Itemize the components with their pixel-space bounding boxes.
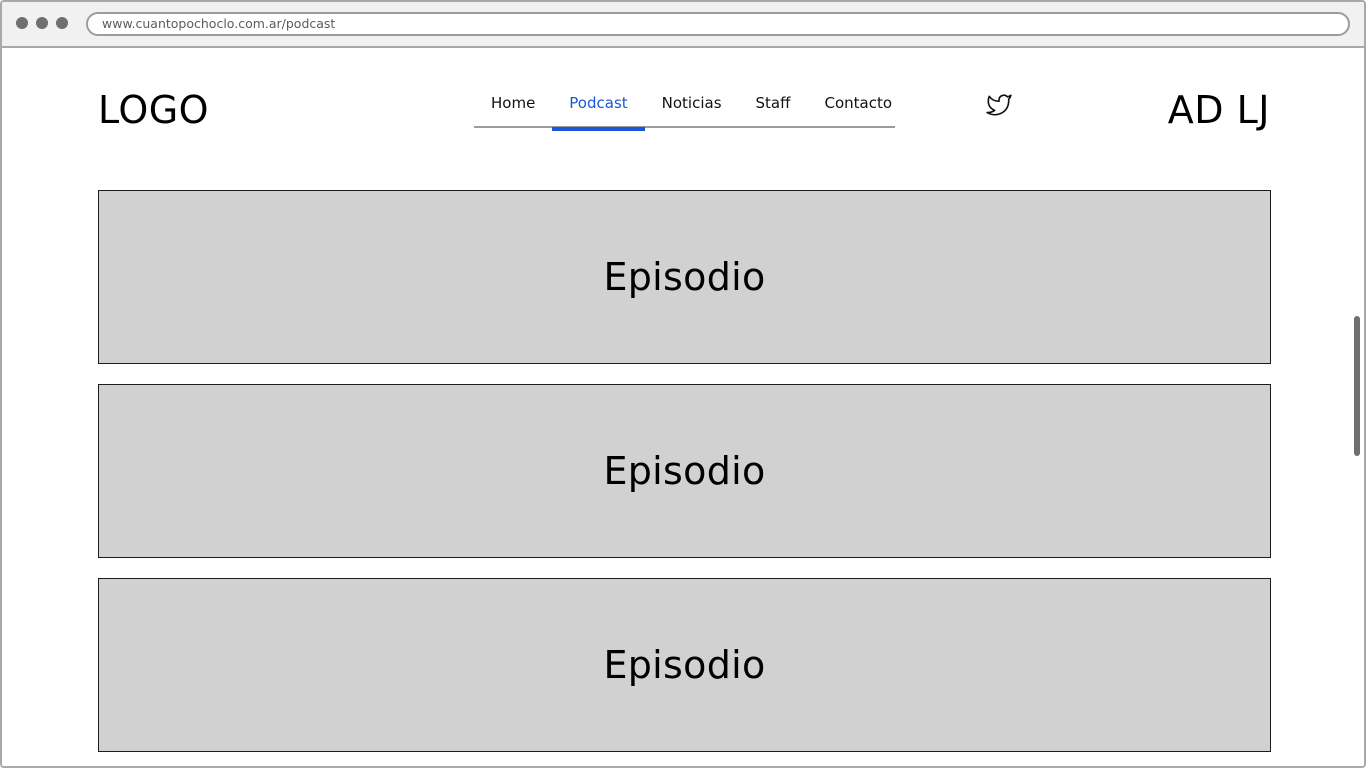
nav-item-label: Podcast: [569, 94, 628, 112]
nav-item-label: Home: [491, 94, 536, 112]
scrollbar[interactable]: [1352, 50, 1362, 766]
address-bar[interactable]: www.cuantopochoclo.com.ar/podcast: [86, 12, 1350, 36]
episode-title: Episodio: [603, 449, 766, 493]
nav-item-podcast[interactable]: Podcast: [552, 84, 646, 131]
nav-item-noticias[interactable]: Noticias: [645, 84, 739, 128]
nav-item-home[interactable]: Home: [474, 84, 552, 128]
window-maximize-dot[interactable]: [56, 17, 68, 29]
nav-item-contacto[interactable]: Contacto: [807, 84, 909, 128]
nav-item-label: Noticias: [661, 94, 722, 112]
episode-card[interactable]: Episodio: [98, 190, 1271, 364]
episode-list: Episodio Episodio Episodio: [98, 190, 1271, 766]
scrollbar-thumb[interactable]: [1354, 316, 1360, 456]
episode-card[interactable]: Episodio: [98, 384, 1271, 558]
nav-item-label: Contacto: [824, 94, 893, 112]
episode-card[interactable]: Episodio: [98, 578, 1271, 752]
window-close-dot[interactable]: [16, 17, 28, 29]
browser-toolbar: www.cuantopochoclo.com.ar/podcast: [2, 2, 1364, 48]
episode-title: Episodio: [603, 643, 766, 687]
twitter-icon[interactable]: [985, 92, 1013, 118]
main-nav: Home Podcast Noticias Staff Contacto: [474, 84, 895, 131]
nav-item-label: Staff: [755, 94, 791, 112]
browser-window: www.cuantopochoclo.com.ar/podcast LOGO H…: [0, 0, 1366, 768]
episode-title: Episodio: [603, 255, 766, 299]
initials-mark: AD LJ: [1167, 88, 1270, 132]
site-logo[interactable]: LOGO: [98, 86, 209, 134]
page-viewport: LOGO Home Podcast Noticias Staff Contact…: [2, 48, 1364, 766]
window-minimize-dot[interactable]: [36, 17, 48, 29]
nav-item-staff[interactable]: Staff: [739, 84, 808, 128]
